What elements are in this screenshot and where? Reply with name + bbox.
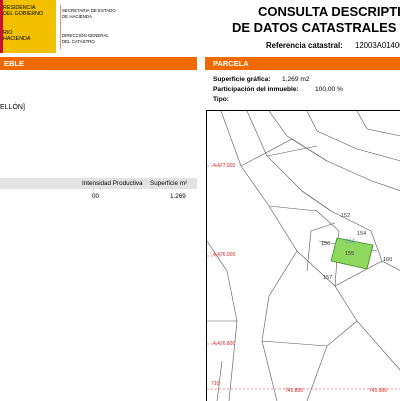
coord-label-north-2: 4.476.900 bbox=[213, 252, 236, 258]
cadastral-map[interactable]: 4.477.000 4.476.900 4.476.800 710 741.80… bbox=[206, 110, 400, 401]
property-section-title: EBLE bbox=[4, 59, 25, 68]
parcel-number-157: 157 bbox=[323, 275, 333, 281]
parcel-number-154: 154 bbox=[357, 231, 367, 237]
graphic-surface-label: Superficie gráfica: bbox=[213, 76, 271, 83]
ministry-line-2b: DEL CATASTRO bbox=[62, 38, 95, 44]
map-drawing bbox=[207, 111, 400, 401]
coordinate-grid bbox=[207, 165, 400, 390]
parcel-number-156: 156 bbox=[321, 241, 331, 247]
coord-label-north-1: 4.477.000 bbox=[213, 163, 236, 169]
locality-fragment: ELLÓN] bbox=[0, 104, 25, 111]
parcel-number-160: 160 bbox=[383, 257, 393, 263]
ministry-line-1b: DE HACIENDA bbox=[62, 13, 93, 19]
crops-header-surface: Superficie m² bbox=[150, 180, 188, 187]
coord-label-east-3: 741.900 bbox=[369, 388, 388, 394]
gov-line-2: DEL GOBIERNO bbox=[3, 11, 44, 17]
page-title-line-2: DE DATOS CATASTRALES DE bbox=[232, 20, 400, 35]
crops-cell-surface: 1.269 bbox=[170, 193, 186, 200]
property-section-bar: EBLE bbox=[0, 57, 197, 70]
participation-label: Participación del inmueble: bbox=[213, 86, 299, 93]
crops-header-intensity: Intensidad Productiva bbox=[82, 180, 143, 187]
coord-label-east-1: 710 bbox=[211, 381, 220, 387]
crops-cell-intensity: 00 bbox=[92, 193, 100, 200]
parcel-number-152: 152 bbox=[341, 213, 351, 219]
cadastral-reference-value: 12003A01400 bbox=[355, 41, 400, 50]
ministry-divider bbox=[60, 5, 61, 49]
participation-value: 100,00 % bbox=[315, 86, 343, 93]
parcel-boundaries bbox=[207, 111, 400, 401]
parcel-number-014: 014 bbox=[345, 239, 356, 245]
parcel-section-bar: PARCELA bbox=[205, 57, 400, 70]
type-label: Tipo: bbox=[213, 96, 229, 103]
cadastral-reference-label: Referencia catastral: bbox=[266, 41, 343, 50]
graphic-surface-value: 1.269 m2 bbox=[282, 76, 310, 83]
parcel-number-155: 155 bbox=[345, 251, 355, 257]
page-title-line-1: CONSULTA DESCRIPTIVA bbox=[258, 4, 400, 19]
coord-label-east-2: 741.800 bbox=[285, 388, 304, 394]
coord-label-north-3: 4.476.800 bbox=[213, 341, 236, 347]
parcel-section-title: PARCELA bbox=[213, 59, 249, 68]
gov-line-4: HACIENDA bbox=[3, 36, 31, 42]
